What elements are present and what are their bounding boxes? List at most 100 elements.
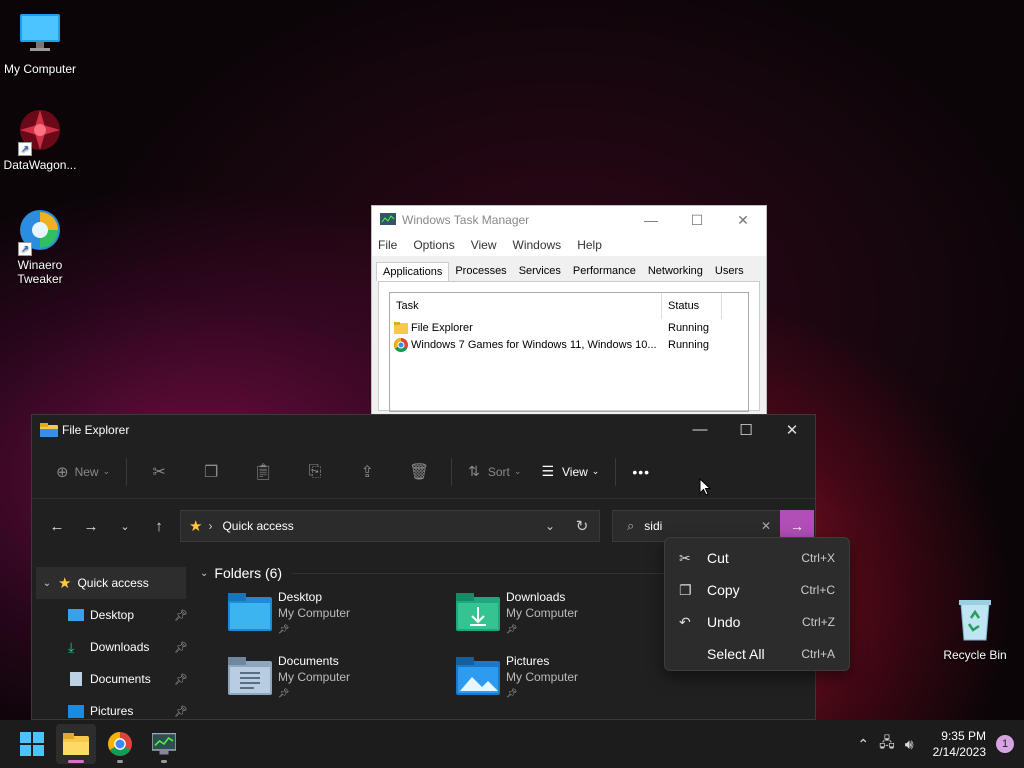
running-indicator: [117, 760, 123, 763]
menu-help[interactable]: Help: [577, 238, 602, 252]
column-status[interactable]: Status: [662, 293, 722, 319]
monitor-icon: [16, 10, 64, 58]
desktop-icon-label: Recycle Bin: [943, 648, 1007, 662]
menu-file[interactable]: File: [378, 238, 397, 252]
taskbar-chrome[interactable]: [100, 724, 140, 764]
desktop-icon-label: My Computer: [3, 62, 77, 76]
pin-icon: 📌︎: [278, 688, 290, 698]
minimize-button[interactable]: —: [677, 421, 723, 439]
table-row[interactable]: Windows 7 Games for Windows 11, Windows …: [390, 336, 748, 353]
maximize-button[interactable]: ☐: [723, 421, 769, 439]
rename-icon: ⎘: [308, 462, 322, 480]
rename-button[interactable]: ⎘: [291, 455, 339, 489]
folder-name: Documents: [278, 654, 339, 668]
folder-name: Desktop: [278, 590, 323, 604]
sidebar-item-downloads[interactable]: ⤓ Downloads 📌︎: [32, 631, 190, 663]
menu-item-copy[interactable]: ❐ Copy Ctrl+C: [665, 574, 849, 606]
sidebar-item-quick-access[interactable]: ⌄ ★ Quick access: [36, 567, 186, 599]
back-arrow-icon[interactable]: ←: [40, 518, 74, 535]
maximize-button[interactable]: ☐: [674, 212, 720, 229]
network-icon[interactable]: 🖧︎: [879, 732, 895, 756]
tab-performance[interactable]: Performance: [567, 262, 642, 281]
minimize-button[interactable]: —: [628, 212, 674, 229]
address-dropdown-icon[interactable]: ⌄: [535, 519, 565, 533]
tab-processes[interactable]: Processes: [449, 262, 512, 281]
folder-tile-documents[interactable]: Documents My Computer 📌︎: [228, 653, 456, 705]
taskbar-file-explorer[interactable]: [56, 724, 96, 764]
more-options-button[interactable]: •••: [624, 455, 658, 489]
delete-button[interactable]: 🗑︎: [395, 455, 443, 489]
volume-icon[interactable]: 🔊︎: [905, 736, 914, 753]
menu-item-cut[interactable]: ✂ Cut Ctrl+X: [665, 542, 849, 574]
tab-applications[interactable]: Applications: [376, 262, 450, 281]
folder-tile-downloads[interactable]: Downloads My Computer 📌︎: [456, 589, 684, 641]
notification-badge[interactable]: 1: [996, 735, 1014, 753]
copy-button[interactable]: ❐: [187, 455, 235, 489]
menu-windows[interactable]: Windows: [513, 238, 562, 252]
task-list-header: Task Status: [390, 293, 748, 319]
pin-icon: 📌︎: [506, 688, 518, 698]
breadcrumb[interactable]: Quick access: [222, 519, 293, 533]
menu-item-select-all[interactable]: Select All Ctrl+A: [665, 638, 849, 670]
task-manager-window: Windows Task Manager — ☐ ✕ File Options …: [371, 205, 767, 420]
clear-icon[interactable]: ✕: [761, 519, 771, 533]
desktop-icon-my-computer[interactable]: My Computer: [0, 10, 80, 76]
refresh-icon[interactable]: ↻: [565, 517, 599, 535]
chevron-up-icon[interactable]: ⌃: [857, 736, 869, 753]
chevron-down-icon: ⌄: [42, 577, 52, 589]
tab-networking[interactable]: Networking: [642, 262, 709, 281]
pin-icon: 📌︎: [174, 705, 188, 718]
winaero-tweaker-icon: ↗: [16, 206, 64, 256]
sidebar-item-desktop[interactable]: Desktop 📌︎: [32, 599, 190, 631]
desktop-icon-winaero-tweaker[interactable]: ↗ Winaero Tweaker: [0, 206, 80, 286]
sidebar-item-documents[interactable]: Documents 📌︎: [32, 663, 190, 695]
table-row[interactable]: File Explorer Running: [390, 319, 748, 336]
new-button[interactable]: ⊕ New ⌄: [48, 455, 118, 489]
cut-button[interactable]: ✂: [135, 455, 183, 489]
task-list: Task Status File Explorer Running Window…: [389, 292, 749, 412]
copy-icon: ❐: [203, 463, 219, 481]
recent-locations-chevron-icon[interactable]: ⌄: [108, 520, 142, 533]
desktop-icon-datawagon[interactable]: ↗ DataWagon...: [0, 106, 80, 172]
start-button[interactable]: [12, 724, 52, 764]
sort-button[interactable]: ⇅ Sort ⌄: [460, 455, 529, 489]
system-tray: ⌃ 🖧︎ 🔊︎ 9:35 PM 2/14/2023 1: [852, 728, 1024, 760]
paste-button[interactable]: 📋︎: [239, 455, 287, 489]
chrome-icon: [394, 337, 408, 352]
up-arrow-icon[interactable]: ↑: [142, 518, 176, 535]
folder-icon: [63, 733, 89, 755]
chrome-icon: [108, 732, 132, 756]
menu-item-shortcut: Ctrl+Z: [802, 615, 835, 629]
forward-arrow-icon[interactable]: →: [74, 518, 108, 535]
column-task[interactable]: Task: [390, 293, 662, 319]
view-button[interactable]: ☰ View ⌄: [533, 455, 607, 489]
file-explorer-title: File Explorer: [62, 423, 130, 437]
folder-tile-desktop[interactable]: Desktop My Computer 📌︎: [228, 589, 456, 641]
menu-item-shortcut: Ctrl+C: [800, 583, 835, 597]
clock[interactable]: 9:35 PM 2/14/2023: [933, 728, 986, 760]
menu-options[interactable]: Options: [413, 238, 454, 252]
close-button[interactable]: ✕: [720, 212, 766, 229]
desktop-icon-recycle-bin[interactable]: Recycle Bin: [935, 596, 1015, 662]
tab-users[interactable]: Users: [709, 262, 750, 281]
address-bar[interactable]: ★ › Quick access ⌄ ↻: [180, 510, 600, 542]
search-input[interactable]: sidi: [644, 519, 662, 533]
downloads-folder-icon: [456, 593, 500, 631]
context-menu: ✂ Cut Ctrl+X ❐ Copy Ctrl+C ↶ Undo Ctrl+Z…: [664, 537, 850, 671]
task-manager-titlebar[interactable]: Windows Task Manager — ☐ ✕: [372, 206, 766, 234]
share-button[interactable]: ⇪: [343, 455, 391, 489]
folder-tile-pictures[interactable]: Pictures My Computer 📌︎: [456, 653, 684, 705]
menu-item-undo[interactable]: ↶ Undo Ctrl+Z: [665, 606, 849, 638]
file-explorer-titlebar[interactable]: File Explorer — ☐ ✕: [32, 415, 815, 445]
menu-view[interactable]: View: [471, 238, 497, 252]
close-button[interactable]: ✕: [769, 421, 815, 439]
pin-icon: 📌︎: [174, 609, 188, 622]
taskbar-task-manager[interactable]: [144, 724, 184, 764]
shortcut-arrow-icon: ↗: [18, 142, 32, 156]
chevron-down-icon: ⌄: [591, 466, 600, 476]
view-list-icon: ☰: [541, 463, 554, 479]
new-label: New: [74, 464, 99, 479]
tab-services[interactable]: Services: [513, 262, 567, 281]
sidebar-item-label: Pictures: [90, 704, 134, 718]
running-indicator: [161, 760, 167, 763]
